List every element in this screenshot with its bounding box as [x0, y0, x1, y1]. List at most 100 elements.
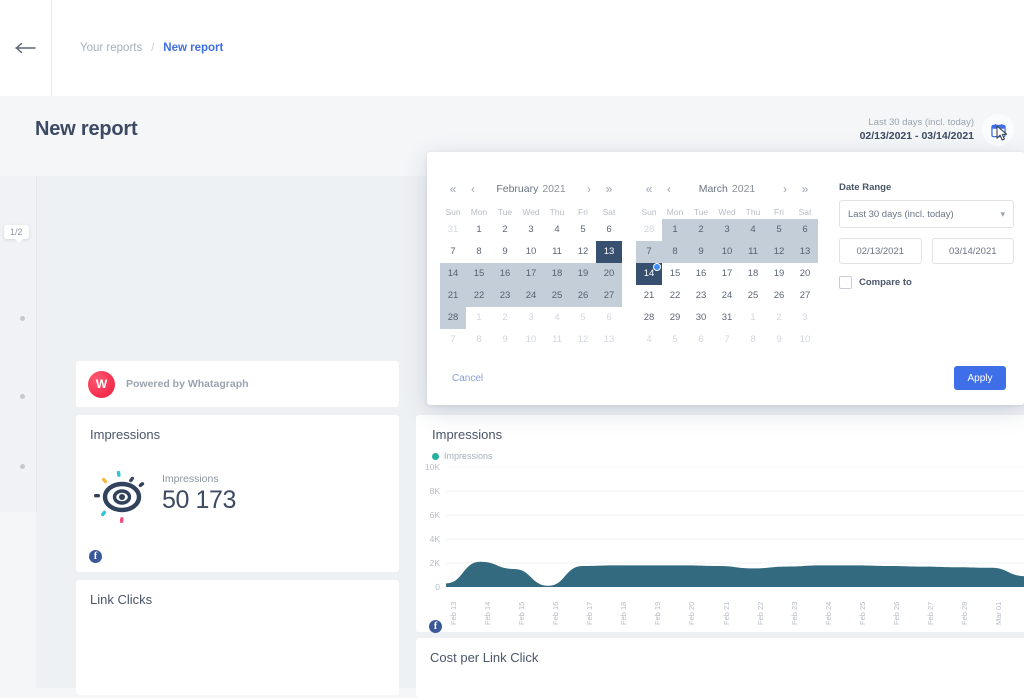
calendar-day[interactable]: 12: [570, 241, 596, 263]
apply-button[interactable]: Apply: [954, 366, 1006, 390]
end-date-input[interactable]: 03/14/2021: [931, 238, 1014, 264]
calendar-day[interactable]: 8: [466, 329, 492, 351]
calendar-day[interactable]: 21: [636, 285, 662, 307]
calendar-day[interactable]: 17: [518, 263, 544, 285]
calendar-day[interactable]: 22: [466, 285, 492, 307]
calendar-day[interactable]: 26: [570, 285, 596, 307]
calendar-day[interactable]: 11: [544, 241, 570, 263]
calendar-day[interactable]: 6: [596, 219, 622, 241]
calendar-day[interactable]: 16: [688, 263, 714, 285]
widget-link-clicks[interactable]: Link Clicks: [76, 580, 399, 695]
date-range-button[interactable]: Last 30 days (incl. today) 02/13/2021 - …: [860, 114, 1014, 146]
calendar-day[interactable]: 11: [544, 329, 570, 351]
calendar-day[interactable]: 7: [440, 241, 466, 263]
calendar-day[interactable]: 28: [636, 219, 662, 241]
calendar-day[interactable]: 13: [792, 241, 818, 263]
calendar-day[interactable]: 15: [662, 263, 688, 285]
calendar-day[interactable]: 5: [570, 307, 596, 329]
calendar-day[interactable]: 11: [740, 241, 766, 263]
calendar-day[interactable]: 9: [688, 241, 714, 263]
calendar-day[interactable]: 7: [440, 329, 466, 351]
calendar-day[interactable]: 8: [740, 329, 766, 351]
calendar-icon-button[interactable]: [982, 114, 1014, 146]
calendar-day[interactable]: 27: [792, 285, 818, 307]
calendar-day[interactable]: 7: [714, 329, 740, 351]
calendar-day[interactable]: 28: [440, 307, 466, 329]
calendar-day[interactable]: 12: [570, 329, 596, 351]
calendar-day[interactable]: 24: [714, 285, 740, 307]
calendar-day[interactable]: 25: [740, 285, 766, 307]
calendar-day[interactable]: 31: [714, 307, 740, 329]
calendar-day[interactable]: 9: [766, 329, 792, 351]
calendar-day[interactable]: 14: [636, 263, 662, 285]
rail-handle-dot[interactable]: [20, 464, 25, 469]
calendar-day[interactable]: 31: [440, 219, 466, 241]
calendar-day[interactable]: 13: [596, 241, 622, 263]
calendar-day[interactable]: 30: [688, 307, 714, 329]
calendar-day[interactable]: 9: [492, 329, 518, 351]
calendar-day[interactable]: 20: [596, 263, 622, 285]
calendar-day[interactable]: 10: [518, 329, 544, 351]
calendar-day[interactable]: 22: [662, 285, 688, 307]
breadcrumb-your-reports[interactable]: Your reports: [80, 42, 142, 54]
calendar-next-year-button[interactable]: »: [599, 182, 619, 196]
calendar-day[interactable]: 6: [792, 219, 818, 241]
calendar-day[interactable]: 18: [544, 263, 570, 285]
compare-to-checkbox[interactable]: [839, 276, 852, 289]
calendar-day[interactable]: 19: [766, 263, 792, 285]
calendar-prev-month-button[interactable]: ‹: [659, 182, 679, 196]
calendar-next-month-button[interactable]: ›: [775, 182, 795, 196]
calendar-day[interactable]: 1: [466, 219, 492, 241]
calendar-day[interactable]: 3: [714, 219, 740, 241]
calendar-day[interactable]: 5: [570, 219, 596, 241]
calendar-day[interactable]: 3: [518, 307, 544, 329]
calendar-day[interactable]: 24: [518, 285, 544, 307]
calendar-day[interactable]: 20: [792, 263, 818, 285]
calendar-day[interactable]: 18: [740, 263, 766, 285]
calendar-next-year-button[interactable]: »: [795, 182, 815, 196]
calendar-day[interactable]: 1: [662, 219, 688, 241]
calendar-day[interactable]: 26: [766, 285, 792, 307]
widget-cost-per-link-click[interactable]: f Cost per Link Click: [416, 620, 1024, 698]
rail-handle-dot[interactable]: [20, 316, 25, 321]
calendar-day[interactable]: 8: [662, 241, 688, 263]
calendar-day[interactable]: 1: [466, 307, 492, 329]
calendar-day[interactable]: 2: [688, 219, 714, 241]
calendar-day[interactable]: 10: [518, 241, 544, 263]
calendar-day[interactable]: 13: [596, 329, 622, 351]
calendar-day[interactable]: 10: [792, 329, 818, 351]
calendar-day[interactable]: 7: [636, 241, 662, 263]
breadcrumb-new-report[interactable]: New report: [163, 42, 223, 54]
calendar-day[interactable]: 14: [440, 263, 466, 285]
compare-to-row[interactable]: Compare to: [839, 276, 1014, 289]
calendar-day[interactable]: 4: [740, 219, 766, 241]
calendar-day[interactable]: 9: [492, 241, 518, 263]
calendar-day[interactable]: 27: [596, 285, 622, 307]
widget-impressions-chart[interactable]: Impressions Impressions 0 2K 4K 6K 8K 10K Feb…: [416, 415, 1024, 632]
calendar-day[interactable]: 4: [544, 219, 570, 241]
calendar-day[interactable]: 29: [662, 307, 688, 329]
calendar-day[interactable]: 3: [792, 307, 818, 329]
calendar-day[interactable]: 6: [596, 307, 622, 329]
calendar-day[interactable]: 4: [636, 329, 662, 351]
calendar-day[interactable]: 21: [440, 285, 466, 307]
calendar-day[interactable]: 4: [544, 307, 570, 329]
calendar-prev-month-button[interactable]: ‹: [463, 182, 483, 196]
calendar-day[interactable]: 6: [688, 329, 714, 351]
calendar-day[interactable]: 10: [714, 241, 740, 263]
back-button[interactable]: [0, 0, 52, 96]
widget-impressions[interactable]: Impressions Impressions 50 173 f: [76, 415, 399, 572]
calendar-day[interactable]: 1: [740, 307, 766, 329]
calendar-first-year-button[interactable]: «: [443, 182, 463, 196]
calendar-first-year-button[interactable]: «: [639, 182, 659, 196]
calendar-day[interactable]: 8: [466, 241, 492, 263]
cancel-button[interactable]: Cancel: [452, 373, 483, 384]
calendar-day[interactable]: 12: [766, 241, 792, 263]
calendar-day[interactable]: 2: [492, 307, 518, 329]
calendar-day[interactable]: 5: [662, 329, 688, 351]
calendar-day[interactable]: 17: [714, 263, 740, 285]
calendar-day[interactable]: 23: [492, 285, 518, 307]
start-date-input[interactable]: 02/13/2021: [839, 238, 922, 264]
calendar-day[interactable]: 28: [636, 307, 662, 329]
calendar-day[interactable]: 5: [766, 219, 792, 241]
